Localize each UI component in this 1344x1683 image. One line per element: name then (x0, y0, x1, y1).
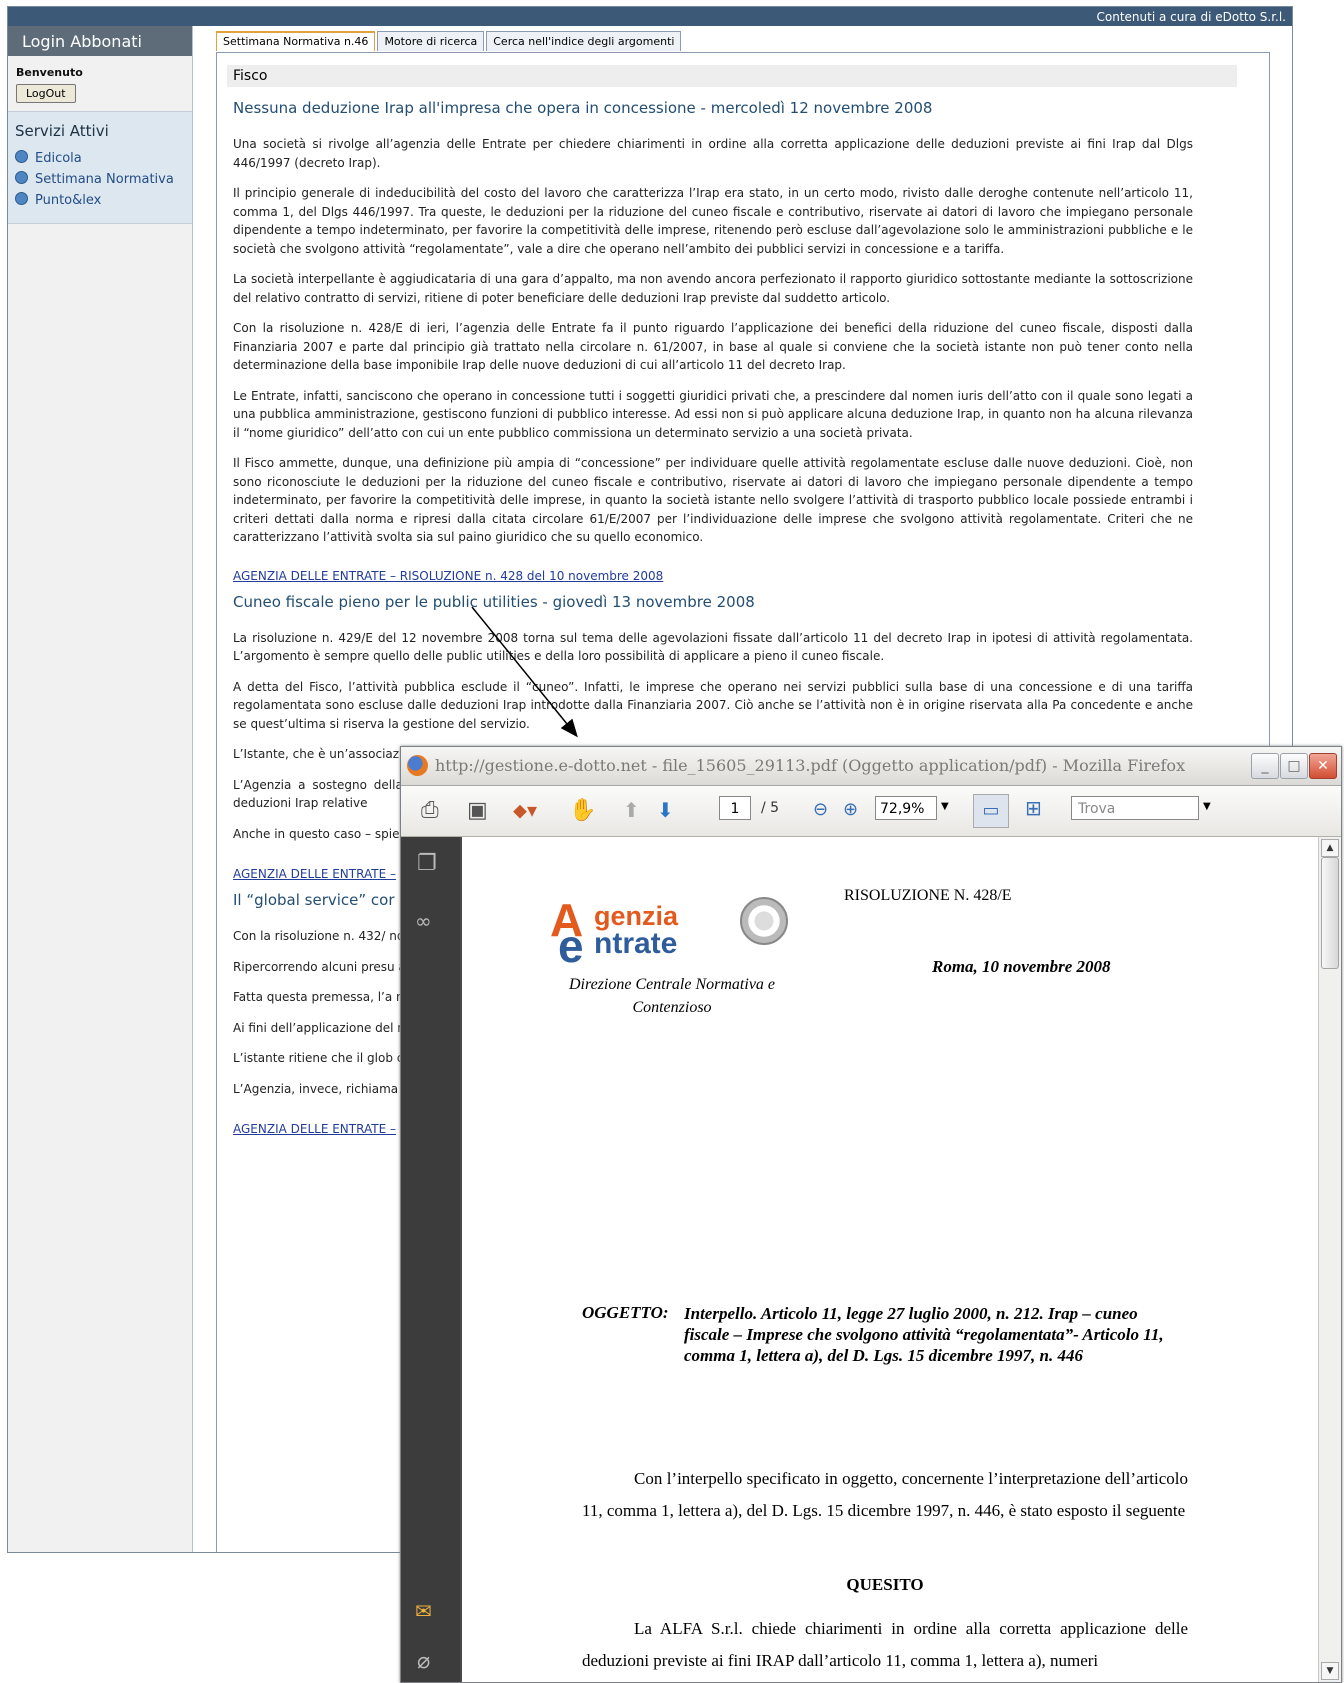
save-icon[interactable]: ▣ (467, 798, 488, 823)
subject-label: OGGETTO: (582, 1303, 669, 1322)
pages-panel-icon[interactable]: ❐ (417, 851, 437, 876)
close-button[interactable]: ✕ (1309, 753, 1337, 779)
maximize-button[interactable]: □ (1280, 753, 1308, 779)
prev-page-icon[interactable]: ⬆ (623, 798, 640, 822)
pdf-intro: Con l’interpello specificato in oggetto,… (582, 1463, 1188, 1527)
share-icon[interactable]: ⬥▾ (513, 798, 537, 822)
fit-width-icon[interactable]: ▭ (973, 794, 1009, 828)
pdf-body: La ALFA S.r.l. chiede chiarimenti in ord… (582, 1613, 1188, 1677)
comments-icon[interactable]: ✉ (415, 1599, 432, 1623)
quesito-heading: QUESITO (846, 1575, 924, 1594)
find-dropdown-icon[interactable]: ▼ (1203, 801, 1211, 812)
body-paragraph: La ALFA S.r.l. chiede chiarimenti in ord… (582, 1619, 1188, 1670)
fit-page-icon[interactable]: ⊞ (1025, 796, 1042, 820)
scroll-down-icon[interactable]: ▼ (1321, 1662, 1339, 1680)
minimize-button[interactable]: _ (1251, 753, 1279, 779)
firefox-icon (407, 755, 428, 776)
agenzia-entrate-logo: A e genzia ntrate (550, 893, 796, 972)
department-label: Direzione Centrale Normativa e Contenzio… (568, 976, 776, 1016)
print-icon[interactable]: ⎙ (421, 798, 439, 823)
intro-paragraph: Con l’interpello specificato in oggetto,… (582, 1469, 1188, 1520)
scroll-up-icon[interactable]: ▲ (1321, 839, 1339, 857)
zoom-field[interactable]: 72,9% (875, 796, 937, 820)
page-total: / 5 (761, 800, 780, 816)
logo-text-bottom: ntrate (594, 927, 678, 960)
zoom-in-icon[interactable]: ⊕ (843, 799, 858, 820)
resolution-number: RISOLUZIONE N. 428/E (844, 887, 1012, 904)
page-number-input[interactable]: 1 (719, 796, 751, 820)
pdf-page: A e genzia ntrate Direzione Centrale Nor… (462, 837, 1319, 1682)
attachment-icon[interactable]: ⌀ (417, 1649, 430, 1674)
place-date: Roma, 10 novembre 2008 (932, 957, 1111, 976)
firefox-window: http://gestione.e-dotto.net - file_15605… (400, 746, 1342, 1683)
subject-text: Interpello. Articolo 11, legge 27 luglio… (684, 1304, 1164, 1365)
hand-icon[interactable]: ✋ (569, 798, 596, 823)
scroll-thumb[interactable] (1321, 857, 1339, 969)
pdf-area: A e genzia ntrate Direzione Centrale Nor… (460, 837, 1319, 1682)
pdf-viewer: ❐ ∞ ✉ ⌀ A e genzia ntrate Direzione Cent… (401, 837, 1341, 1682)
next-page-icon[interactable]: ⬇ (657, 798, 674, 822)
pdf-sidebar: ❐ ∞ ✉ ⌀ (401, 837, 460, 1682)
binoculars-icon[interactable]: ∞ (415, 909, 432, 933)
pdf-toolbar: ⎙ ▣ ⬥▾ ✋ ⬆ ⬇ 1 / 5 ⊖ ⊕ 72,9% ▼ ▭ ⊞ Trova… (401, 786, 1341, 837)
vertical-scrollbar[interactable]: ▲ ▼ (1318, 837, 1341, 1682)
window-titlebar[interactable]: http://gestione.e-dotto.net - file_15605… (401, 747, 1341, 786)
zoom-dropdown-icon[interactable]: ▼ (941, 801, 949, 812)
emblem-icon (740, 897, 788, 945)
window-title: http://gestione.e-dotto.net - file_15605… (435, 756, 1186, 775)
find-input[interactable]: Trova (1071, 796, 1199, 820)
zoom-out-icon[interactable]: ⊖ (813, 799, 828, 820)
